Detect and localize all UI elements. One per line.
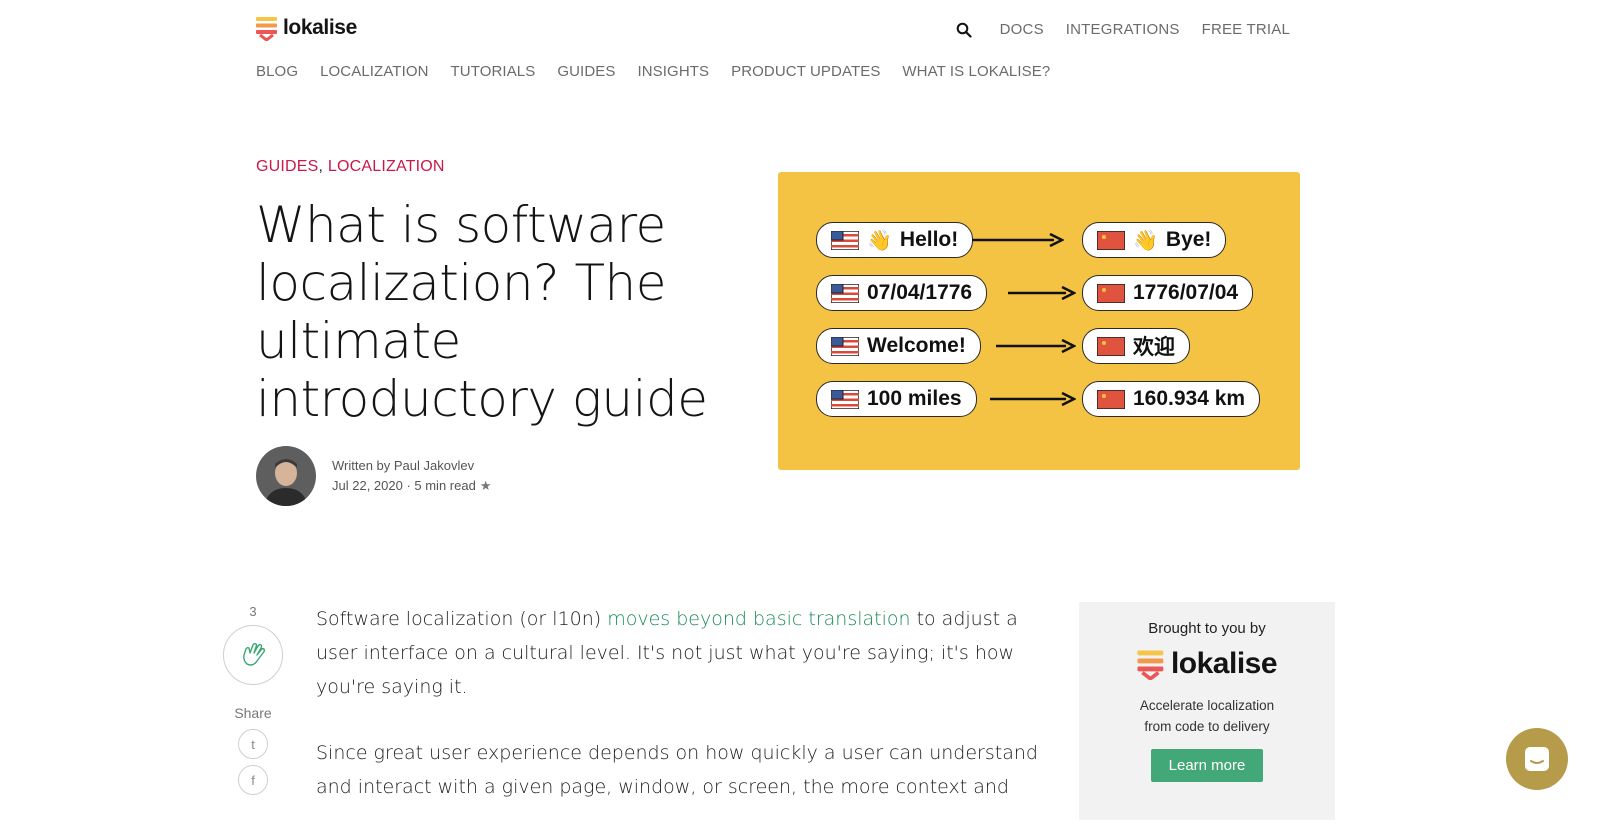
article-body: Software localization (or l10n) moves be…	[316, 602, 1046, 836]
sponsor-heading: Brought to you by	[1148, 620, 1266, 637]
nav-what-is-lokalise[interactable]: WHAT IS LOKALISE?	[902, 63, 1050, 80]
us-flag-icon	[831, 230, 859, 250]
nav-product-updates[interactable]: PRODUCT UPDATES	[731, 63, 880, 80]
china-flag-icon	[1097, 336, 1125, 356]
author-block: Written by Paul Jakovlev Jul 22, 2020 · …	[256, 446, 491, 506]
hero-illustration: 👋 Hello! 👋 Bye! 07/04/1776 1776/07/04 We…	[778, 172, 1300, 470]
twitter-share-button[interactable]: t	[238, 729, 268, 759]
nav-blog[interactable]: BLOG	[256, 63, 298, 80]
author-meta: Written by Paul Jakovlev Jul 22, 2020 · …	[332, 456, 491, 496]
sponsor-logo[interactable]: lokalise	[1079, 647, 1335, 681]
source-text: 07/04/1776	[867, 281, 973, 304]
target-pill: 欢迎	[1082, 328, 1190, 364]
target-text: 160.934 km	[1133, 387, 1246, 410]
chat-icon	[1525, 747, 1549, 771]
source-pill: 👋 Hello!	[816, 222, 974, 258]
arrow-icon	[990, 392, 1076, 406]
clap-hands-icon	[243, 642, 266, 666]
target-text: 欢迎	[1133, 336, 1175, 359]
search-icon[interactable]	[956, 22, 972, 38]
translation-link[interactable]: moves beyond basic translation	[607, 608, 910, 630]
top-nav: DOCS INTEGRATIONS FREE TRIAL	[956, 21, 1290, 38]
us-flag-icon	[831, 283, 859, 303]
share-label: Share	[234, 705, 272, 721]
twitter-icon: t	[251, 736, 255, 752]
learn-more-button[interactable]: Learn more	[1150, 749, 1264, 782]
author-name: Written by Paul Jakovlev	[332, 458, 475, 473]
arrow-icon	[996, 339, 1076, 353]
article-paragraph: Software localization (or l10n) moves be…	[316, 602, 1046, 704]
wave-emoji: 👋	[867, 229, 892, 252]
article-text: Software localization (or l10n)	[316, 608, 608, 630]
target-text: Bye!	[1165, 228, 1212, 251]
post-date-row: Jul 22, 2020 · 5 min read ★	[332, 476, 491, 496]
source-pill: 100 miles	[816, 381, 977, 417]
target-pill: 1776/07/04	[1082, 275, 1254, 311]
author-photo	[256, 446, 316, 506]
category-separator: ,	[318, 158, 324, 175]
star-icon[interactable]: ★	[480, 478, 492, 493]
nav-free-trial[interactable]: FREE TRIAL	[1202, 21, 1290, 38]
source-text: 100 miles	[867, 387, 962, 410]
lokalise-logo-icon	[256, 17, 277, 41]
wave-emoji: 👋	[1133, 229, 1158, 252]
lokalise-logo-icon	[1137, 650, 1164, 680]
facebook-share-button[interactable]: f	[238, 765, 268, 795]
nav-integrations[interactable]: INTEGRATIONS	[1066, 21, 1180, 38]
chat-launcher-button[interactable]	[1506, 728, 1568, 790]
nav-localization[interactable]: LOCALIZATION	[320, 63, 428, 80]
facebook-icon: f	[251, 772, 255, 788]
category-guides[interactable]: GUIDES	[256, 158, 319, 175]
tagline-line: from code to delivery	[1144, 719, 1270, 734]
article-paragraph: Since great user experience depends on h…	[316, 742, 1038, 798]
post-categories: GUIDES, LOCALIZATION	[256, 158, 445, 176]
target-pill: 160.934 km	[1082, 381, 1261, 417]
clap-count: 3	[249, 604, 257, 619]
category-nav: BLOG LOCALIZATION TUTORIALS GUIDES INSIG…	[256, 63, 1050, 80]
lokalise-logo[interactable]: lokalise	[256, 15, 357, 41]
category-localization[interactable]: LOCALIZATION	[328, 158, 445, 175]
logo-text: lokalise	[283, 16, 357, 39]
clap-button[interactable]	[223, 625, 283, 685]
arrow-icon	[972, 233, 1064, 247]
tagline-line: Accelerate localization	[1139, 698, 1275, 713]
author-avatar[interactable]	[256, 446, 316, 506]
page-title: What is software localization? The ultim…	[256, 196, 708, 428]
social-rail: 3 Share t f	[222, 604, 284, 795]
source-text: Welcome!	[867, 334, 966, 357]
source-pill: 07/04/1776	[816, 275, 988, 311]
us-flag-icon	[831, 389, 859, 409]
source-pill: Welcome!	[816, 328, 981, 364]
nav-tutorials[interactable]: TUTORIALS	[451, 63, 536, 80]
arrow-icon	[1008, 286, 1076, 300]
target-text: 1776/07/04	[1133, 281, 1239, 304]
china-flag-icon	[1097, 283, 1125, 303]
china-flag-icon	[1097, 230, 1125, 250]
sponsor-logo-text: lokalise	[1170, 647, 1278, 680]
target-pill: 👋 Bye!	[1082, 222, 1227, 258]
sponsor-tagline: Accelerate localization from code to del…	[1079, 695, 1335, 737]
nav-insights[interactable]: INSIGHTS	[637, 63, 709, 80]
nav-docs[interactable]: DOCS	[1000, 21, 1044, 38]
sponsor-card: Brought to you by lokalise Accelerate lo…	[1079, 602, 1335, 820]
source-text: Hello!	[899, 228, 959, 251]
china-flag-icon	[1097, 389, 1125, 409]
post-date: Jul 22, 2020 · 5 min read	[332, 478, 476, 493]
nav-guides[interactable]: GUIDES	[557, 63, 615, 80]
us-flag-icon	[831, 336, 859, 356]
